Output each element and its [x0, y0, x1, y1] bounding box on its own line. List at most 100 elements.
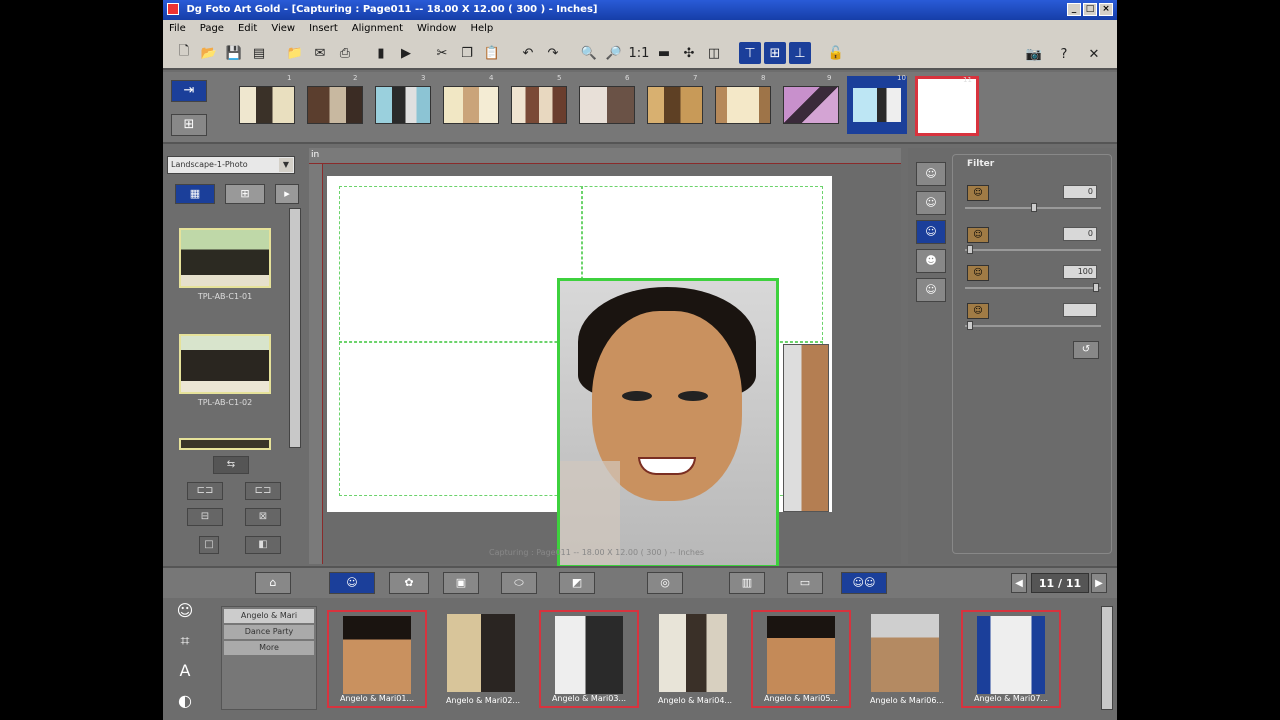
camera-icon[interactable]: 📷: [1023, 43, 1045, 65]
open-folder-icon[interactable]: 📂: [198, 42, 220, 64]
slider-knob[interactable]: [967, 321, 973, 330]
fit-screen-icon[interactable]: ▬: [653, 42, 675, 64]
butterfly-icon[interactable]: ✿: [389, 572, 429, 594]
tab-single-template-icon[interactable]: ▦: [175, 184, 215, 204]
crop-icon[interactable]: ⌗: [173, 630, 197, 652]
menu-view[interactable]: View: [271, 20, 295, 38]
blur-input[interactable]: [1063, 303, 1097, 317]
contrast-slider[interactable]: [965, 245, 1101, 254]
blur-slider[interactable]: [965, 321, 1101, 330]
template-scrollbar[interactable]: [289, 208, 301, 448]
tab-shadow-icon[interactable]: ☻: [916, 249, 946, 273]
paste-icon[interactable]: 📋: [481, 42, 503, 64]
page-thumb[interactable]: [443, 86, 499, 124]
page-thumb[interactable]: [647, 86, 703, 124]
album-item[interactable]: Dance Party: [224, 625, 314, 639]
slideshow-icon[interactable]: ▶: [395, 42, 417, 64]
photo-tab-icon[interactable]: ☺: [329, 572, 375, 594]
lock-icon[interactable]: 🔓: [825, 42, 847, 64]
page-thumb[interactable]: [239, 86, 295, 124]
center-icon[interactable]: ✣: [678, 42, 700, 64]
tab-photo-color-icon[interactable]: ☺: [916, 191, 946, 215]
menu-help[interactable]: Help: [470, 20, 493, 38]
maximize-button[interactable]: □: [1083, 3, 1097, 16]
album-tab-icon[interactable]: ☺☺: [841, 572, 887, 594]
reset-filter-icon[interactable]: ↺: [1073, 341, 1099, 359]
close-button[interactable]: ×: [1099, 3, 1113, 16]
export-icon[interactable]: ▮: [370, 42, 392, 64]
selected-photo-frame[interactable]: [557, 278, 779, 568]
open-project-icon[interactable]: 📁: [284, 42, 306, 64]
frame-tab-icon[interactable]: ▣: [443, 572, 479, 594]
menu-file[interactable]: File: [169, 20, 186, 38]
page-thumb[interactable]: [375, 86, 431, 124]
menu-edit[interactable]: Edit: [238, 20, 257, 38]
clipart-tab-icon[interactable]: ◩: [559, 572, 595, 594]
swap-icon[interactable]: ⇆: [213, 456, 249, 474]
tab-outline-icon[interactable]: ☺: [916, 278, 946, 302]
slider-knob[interactable]: [1093, 283, 1099, 292]
strip-add-page-icon[interactable]: ⊞: [171, 114, 207, 136]
redo-icon[interactable]: ↷: [542, 42, 564, 64]
photo-item[interactable]: Angelo & Mari06...: [857, 610, 957, 708]
page-thumb-current[interactable]: [915, 76, 979, 136]
copy-icon[interactable]: ❐: [456, 42, 478, 64]
opacity-input[interactable]: 100: [1063, 265, 1097, 279]
page-thumb[interactable]: [783, 86, 839, 124]
photo-item[interactable]: Angelo & Mari02...: [433, 610, 533, 708]
menu-window[interactable]: Window: [417, 20, 456, 38]
photo-tool-icon[interactable]: ☺: [173, 600, 197, 622]
mask-tab-icon[interactable]: ⬭: [501, 572, 537, 594]
menu-alignment[interactable]: Alignment: [352, 20, 403, 38]
prev-page-button[interactable]: ◀: [1011, 573, 1027, 593]
exit-icon[interactable]: ✕: [1083, 43, 1105, 65]
page-thumb[interactable]: [511, 86, 567, 124]
slider-knob[interactable]: [1031, 203, 1037, 212]
template-thumb[interactable]: [179, 438, 271, 450]
text-tab-icon[interactable]: ▭: [787, 572, 823, 594]
frame-icon[interactable]: □: [199, 536, 219, 554]
text-icon[interactable]: A: [173, 660, 197, 682]
album-item[interactable]: More: [224, 641, 314, 655]
page-thumb-10[interactable]: [847, 76, 907, 134]
photo-item[interactable]: Angelo & Mari01...: [327, 610, 427, 708]
photo-scrollbar[interactable]: [1101, 606, 1113, 710]
save-all-icon[interactable]: ▤: [248, 42, 270, 64]
align-bottom-icon[interactable]: ⊥: [789, 42, 811, 64]
undo-icon[interactable]: ↶: [517, 42, 539, 64]
shapes-icon[interactable]: ◐: [173, 690, 197, 712]
slider-knob[interactable]: [967, 245, 973, 254]
photo-item[interactable]: Angelo & Mari04...: [645, 610, 745, 708]
template-thumb[interactable]: [179, 334, 271, 394]
help-icon[interactable]: ?: [1053, 43, 1075, 65]
align-middle-icon[interactable]: ⊞: [764, 42, 786, 64]
tab-more-icon[interactable]: ▸: [275, 184, 299, 204]
save-icon[interactable]: 💾: [223, 42, 245, 64]
brightness-slider[interactable]: [965, 203, 1101, 212]
replace-photo-icon[interactable]: ⊠: [245, 508, 281, 526]
zoom-actual-button[interactable]: 1:1: [628, 42, 650, 64]
page-thumb[interactable]: [715, 86, 771, 124]
align-top-icon[interactable]: ⊤: [739, 42, 761, 64]
distribute-icon[interactable]: ⊟: [187, 508, 223, 526]
collapse-icon[interactable]: ⌂: [255, 572, 291, 594]
zoom-in-icon[interactable]: 🔍: [578, 42, 600, 64]
zoom-out-icon[interactable]: 🔎: [603, 42, 625, 64]
print-icon[interactable]: ⎙: [334, 42, 356, 64]
tab-photo-effects-icon[interactable]: ☺: [916, 162, 946, 186]
align-right-icon[interactable]: ⊏⊐: [245, 482, 281, 500]
adjacent-photo[interactable]: [783, 344, 829, 512]
photo-item[interactable]: Angelo & Mari03...: [539, 610, 639, 708]
tab-add-template-icon[interactable]: ⊞: [225, 184, 265, 204]
split-view-icon[interactable]: ◫: [703, 42, 725, 64]
menu-page[interactable]: Page: [200, 20, 224, 38]
mask-icon[interactable]: ◧: [245, 536, 281, 554]
tab-filter-icon[interactable]: ☺: [916, 220, 946, 244]
next-page-button[interactable]: ▶: [1091, 573, 1107, 593]
new-page-icon[interactable]: 🗋: [173, 42, 195, 64]
chevron-down-icon[interactable]: ▼: [279, 158, 293, 172]
menu-insert[interactable]: Insert: [309, 20, 338, 38]
layout-select[interactable]: Landscape-1-Photo ▼: [167, 156, 295, 174]
color-tab-icon[interactable]: ▥: [729, 572, 765, 594]
minimize-button[interactable]: _: [1067, 3, 1081, 16]
